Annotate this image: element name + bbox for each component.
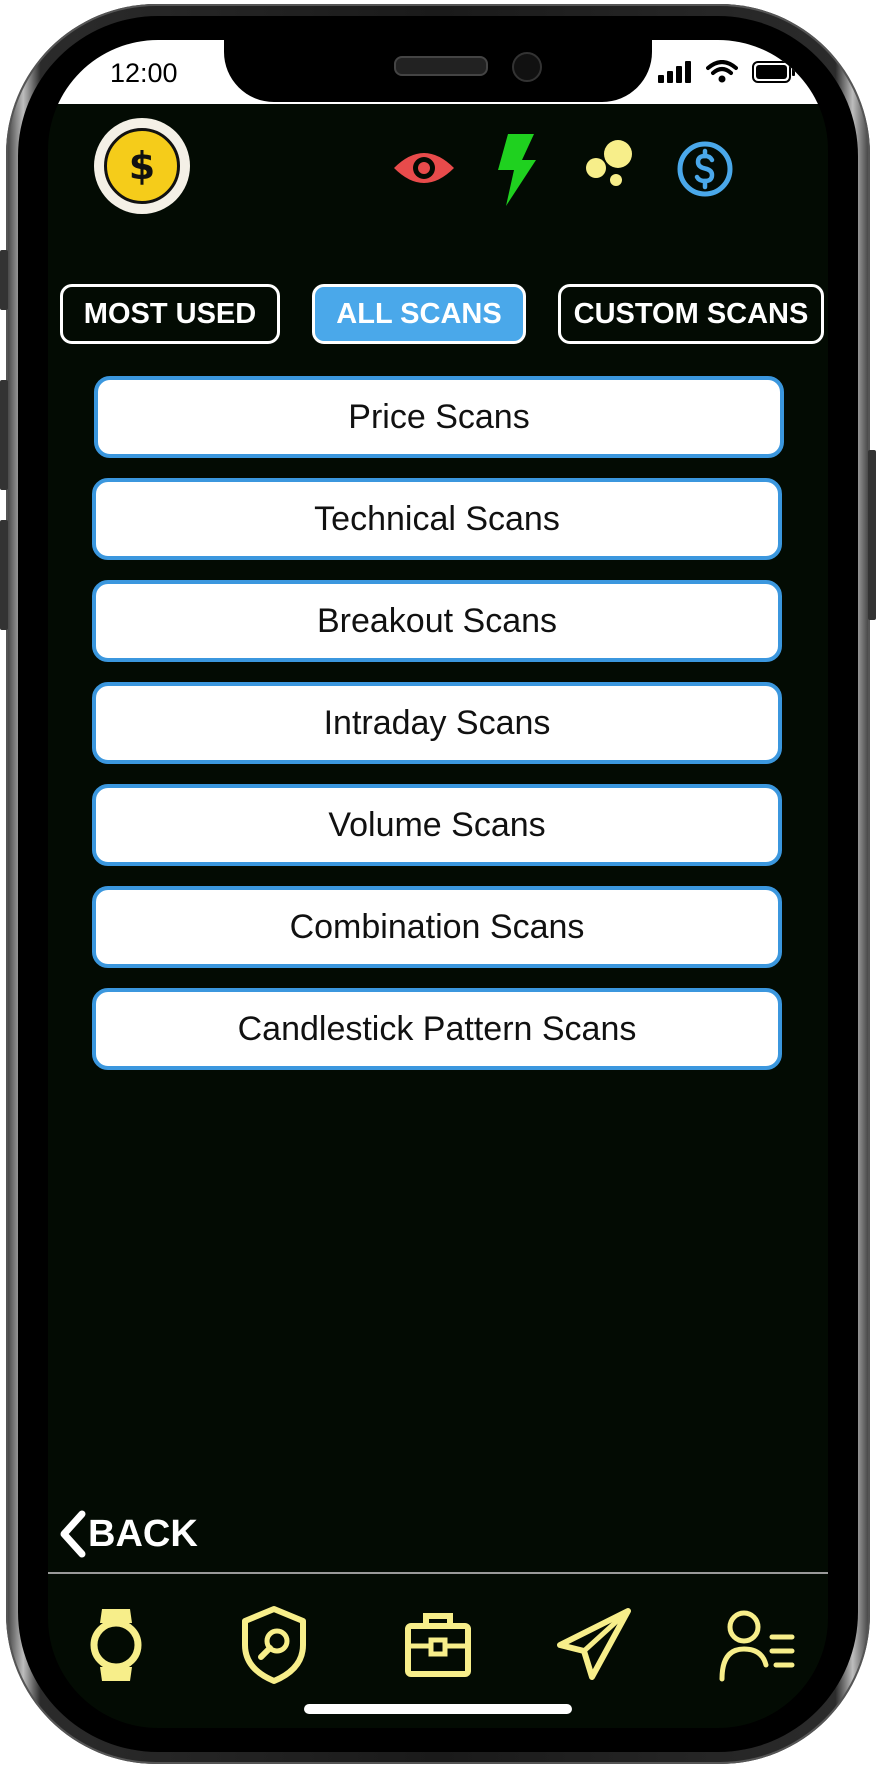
tab-most-used[interactable]: MOST USED xyxy=(60,284,280,344)
paper-plane-icon xyxy=(557,1608,631,1680)
wifi-icon xyxy=(706,60,738,83)
bottom-divider xyxy=(48,1572,828,1574)
scan-button-combination[interactable]: Combination Scans xyxy=(92,886,782,968)
watch-icon xyxy=(90,1609,142,1681)
signal-icon xyxy=(658,61,691,83)
dollar-coin-icon: $ xyxy=(104,128,180,204)
app-screen: 12:00 $ MOST USED ALL SCANS CUSTOM SCANS… xyxy=(48,40,828,1728)
scan-button-candlestick[interactable]: Candlestick Pattern Scans xyxy=(92,988,782,1070)
back-button[interactable]: BACK xyxy=(58,1510,198,1558)
scan-button-intraday[interactable]: Intraday Scans xyxy=(92,682,782,764)
coin-symbol: $ xyxy=(128,144,156,188)
dollar-circle-icon[interactable] xyxy=(676,140,734,198)
scan-button-breakout[interactable]: Breakout Scans xyxy=(92,580,782,662)
nav-shield-search[interactable] xyxy=(224,1600,324,1690)
shield-search-icon xyxy=(242,1606,306,1684)
coin-logo[interactable]: $ xyxy=(94,118,190,214)
side-button xyxy=(0,250,8,310)
tab-custom-scans[interactable]: CUSTOM SCANS xyxy=(558,284,824,344)
briefcase-icon xyxy=(405,1613,471,1677)
side-button xyxy=(0,520,8,630)
speaker-grille xyxy=(394,56,488,76)
side-button xyxy=(868,450,876,620)
nav-profile[interactable] xyxy=(708,1600,808,1690)
user-list-icon xyxy=(719,1610,795,1682)
battery-icon xyxy=(752,61,795,83)
scan-button-technical[interactable]: Technical Scans xyxy=(92,478,782,560)
home-indicator[interactable] xyxy=(304,1704,572,1714)
front-camera xyxy=(512,52,542,82)
side-button xyxy=(0,380,8,490)
eye-icon[interactable] xyxy=(392,146,456,190)
scan-button-volume[interactable]: Volume Scans xyxy=(92,784,782,866)
scan-button-price[interactable]: Price Scans xyxy=(94,376,784,458)
nav-send[interactable] xyxy=(544,1600,644,1690)
nav-watch[interactable] xyxy=(66,1600,166,1690)
status-time: 12:00 xyxy=(110,58,178,88)
chevron-left-icon xyxy=(60,1510,86,1558)
back-label: BACK xyxy=(88,1512,198,1555)
lightning-icon[interactable] xyxy=(494,134,538,206)
status-icons xyxy=(658,60,796,84)
nav-portfolio[interactable] xyxy=(388,1600,488,1690)
tab-all-scans[interactable]: ALL SCANS xyxy=(312,284,526,344)
bubbles-icon[interactable] xyxy=(584,138,636,190)
